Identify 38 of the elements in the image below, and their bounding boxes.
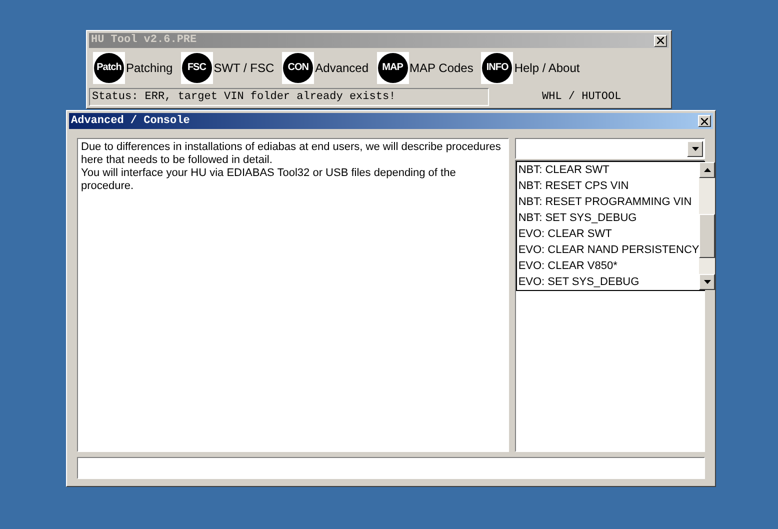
status-field: Status: ERR, target VIN folder already exists! xyxy=(89,88,489,106)
dropdown-button[interactable] xyxy=(687,140,703,156)
description-text: Due to differences in installations of ediabas at end users, we will describe procedures here that needs to be followed in detail. xyxy=(81,141,502,167)
scrollbar[interactable] xyxy=(699,162,716,290)
down-arrow-icon xyxy=(692,146,698,150)
badge-icon: INFO xyxy=(482,52,512,82)
toolbar-button[interactable]: Patch Patching xyxy=(93,52,173,84)
scroll-down-button[interactable] xyxy=(699,274,716,290)
dropdown-option[interactable]: NBT: RESET PROGRAMMING VIN xyxy=(518,194,700,210)
close-icon xyxy=(657,37,664,44)
toolbar-button[interactable]: CON Advanced xyxy=(282,52,369,84)
description-text: You will interface your HU via EDIABAS Tool32 or USB files depending of the procedure. xyxy=(81,167,457,193)
dropdown-option[interactable]: NBT: CLEAR SWT xyxy=(518,162,700,178)
badge-icon: MAP xyxy=(378,52,408,82)
toolbar-button[interactable]: FSC SWT / FSC xyxy=(180,52,274,84)
window-title: Advanced / Console xyxy=(71,114,190,129)
dropdown-option[interactable]: EVO: CLEAR V850* xyxy=(518,258,700,274)
console-input[interactable] xyxy=(77,457,705,479)
badge-icon: Patch xyxy=(94,52,124,82)
scroll-up-button[interactable] xyxy=(699,162,716,178)
dropdown-field[interactable] xyxy=(515,138,705,159)
close-button[interactable] xyxy=(698,115,711,127)
toolbar-button[interactable]: INFO Help / About xyxy=(481,52,580,84)
window-title: HU Tool v2.6.PRE xyxy=(91,33,197,48)
credit-text: WHL / HUTOOL xyxy=(542,90,622,105)
toolbar-button[interactable]: MAP MAP Codes xyxy=(376,52,474,84)
badge-icon: CON xyxy=(283,52,314,82)
dropdown-option[interactable]: EVO: SET SYS_DEBUG xyxy=(518,274,700,290)
up-arrow-icon xyxy=(704,168,711,172)
down-arrow-icon xyxy=(704,280,711,284)
dropdown-option[interactable]: NBT: SET SYS_DEBUG xyxy=(518,210,700,226)
badge-icon: FSC xyxy=(182,52,212,82)
scroll-thumb[interactable] xyxy=(699,214,716,258)
dropdown-option[interactable]: EVO: CLEAR SWT xyxy=(518,226,700,242)
close-button[interactable] xyxy=(654,34,667,46)
dropdown-option[interactable]: NBT: RESET CPS VIN xyxy=(518,178,700,194)
close-icon xyxy=(701,118,708,124)
dropdown-option[interactable]: EVO: CLEAR NAND PERSISTENCY xyxy=(518,242,700,258)
